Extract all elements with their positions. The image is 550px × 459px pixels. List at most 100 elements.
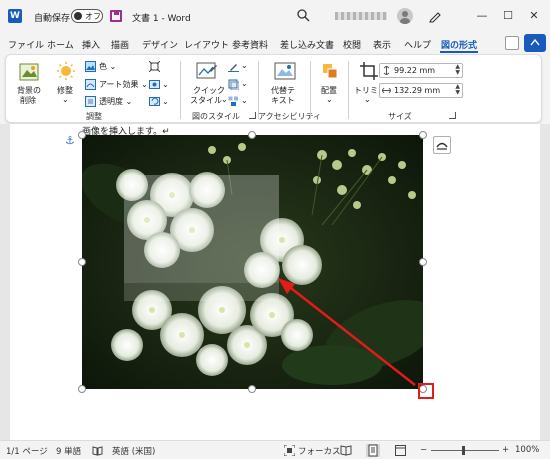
autosave-label: 自動保存: [34, 14, 71, 24]
transparency-text: 透明度: [99, 97, 123, 106]
group-separator: [310, 61, 311, 119]
height-spinner[interactable]: 99.22 mm ▲ ▼: [379, 63, 463, 78]
resize-handle-bottom-left[interactable]: [78, 385, 86, 393]
tab-mailings[interactable]: 差し込み文書: [280, 38, 334, 51]
close-icon[interactable]: ✕: [523, 6, 545, 24]
save-icon[interactable]: [110, 10, 122, 22]
tab-references[interactable]: 参考資料: [232, 38, 268, 51]
share-button[interactable]: [524, 34, 546, 52]
page-count[interactable]: 1/1 ページ: [6, 445, 48, 457]
tab-draw[interactable]: 描画: [111, 38, 129, 51]
zoom-out-button[interactable]: −: [420, 445, 427, 455]
picture-styles-launcher-icon[interactable]: [249, 112, 256, 119]
tab-view[interactable]: 表示: [373, 38, 391, 51]
word-count[interactable]: 9 単語: [56, 445, 81, 457]
color-text: 色: [99, 62, 107, 71]
zoom-level[interactable]: 100%: [515, 445, 539, 455]
tab-help[interactable]: ヘルプ: [404, 38, 431, 51]
arrange-icon[interactable]: [322, 63, 338, 79]
picture-layout-icon[interactable]: [228, 96, 239, 107]
minimize-icon[interactable]: —: [471, 6, 493, 24]
height-spin-arrows-icon[interactable]: ▲ ▼: [455, 64, 460, 76]
group-size-label: サイズ: [388, 112, 412, 121]
arrange-dropdown-icon[interactable]: ⌄: [326, 95, 333, 104]
quick-styles-dropdown-icon[interactable]: ⌄: [221, 95, 228, 104]
corrections-icon[interactable]: [56, 61, 76, 81]
crop-icon[interactable]: [359, 61, 379, 81]
highlight-box: [418, 383, 434, 399]
tab-insert[interactable]: 挿入: [82, 38, 100, 51]
search-icon[interactable]: [296, 8, 310, 22]
width-icon: [382, 87, 391, 94]
word-logo-icon: W: [8, 9, 22, 23]
tab-picture-format[interactable]: 図の形式: [441, 38, 477, 51]
compress-pictures-icon[interactable]: [149, 61, 160, 72]
maximize-icon[interactable]: ☐: [497, 6, 519, 24]
picture-effects-dropdown-icon[interactable]: ⌄: [241, 79, 248, 88]
reset-picture-icon[interactable]: [149, 96, 160, 107]
alt-text-label-2: キスト: [271, 96, 295, 105]
tab-file[interactable]: ファイル: [8, 38, 44, 51]
layout-options-icon: [436, 142, 448, 150]
group-separator: [180, 61, 181, 119]
size-launcher-icon[interactable]: [449, 112, 456, 119]
comment-icon[interactable]: [505, 36, 519, 50]
color-label[interactable]: 色 ⌄: [99, 61, 116, 72]
autosave-state: オフ: [85, 12, 101, 21]
art-effects-text: アート効果: [99, 80, 139, 89]
avatar[interactable]: [397, 8, 413, 24]
zoom-slider[interactable]: [431, 450, 499, 451]
transparency-label[interactable]: 透明度 ⌄: [99, 96, 132, 107]
status-bar: 1/1 ページ 9 単語 英語 (米国) フォーカス − + 100%: [0, 440, 550, 459]
transparency-icon[interactable]: [85, 96, 96, 107]
resize-handle-bottom[interactable]: [248, 385, 256, 393]
reset-picture-dropdown-icon[interactable]: ⌄: [162, 97, 169, 106]
art-effects-icon[interactable]: [85, 79, 96, 90]
pen-icon[interactable]: [428, 9, 442, 23]
picture-effects-icon[interactable]: [228, 79, 239, 90]
change-picture-dropdown-icon[interactable]: ⌄: [162, 80, 169, 89]
toggle-knob: [74, 12, 82, 20]
group-separator: [348, 61, 349, 119]
alt-text-icon[interactable]: [274, 61, 296, 81]
web-layout-icon[interactable]: [395, 445, 406, 456]
picture-layout-dropdown-icon[interactable]: ⌄: [241, 96, 248, 105]
tab-layout[interactable]: レイアウト: [184, 38, 229, 51]
user-name-blurred: [335, 12, 387, 20]
resize-handle-right[interactable]: [419, 258, 427, 266]
focus-label[interactable]: フォーカス: [298, 445, 341, 457]
resize-handle-top-right[interactable]: [419, 131, 427, 139]
tab-home[interactable]: ホーム: [47, 38, 74, 51]
crop-dropdown-icon[interactable]: ⌄: [364, 95, 371, 104]
active-tab-indicator: [440, 51, 478, 53]
print-layout-icon[interactable]: [366, 444, 380, 457]
autosave-toggle[interactable]: オフ: [71, 9, 103, 23]
remove-background-icon[interactable]: [18, 61, 40, 83]
zoom-in-button[interactable]: +: [502, 445, 509, 455]
document-area: 画像を挿入します。↵ ⚓: [0, 124, 550, 440]
resize-handle-top[interactable]: [248, 131, 256, 139]
change-picture-icon[interactable]: [149, 79, 160, 90]
layout-options-button[interactable]: [433, 136, 451, 154]
art-effects-label[interactable]: アート効果 ⌄: [99, 79, 148, 90]
color-icon[interactable]: [85, 61, 96, 72]
width-spin-arrows-icon[interactable]: ▲ ▼: [455, 84, 460, 96]
quick-styles-icon[interactable]: [196, 61, 218, 81]
width-spinner[interactable]: 132.29 mm ▲ ▼: [379, 83, 463, 98]
tab-design[interactable]: デザイン: [142, 38, 178, 51]
height-icon: [383, 66, 390, 75]
tab-review[interactable]: 校閲: [343, 38, 361, 51]
focus-icon[interactable]: [284, 445, 295, 456]
document-page[interactable]: 画像を挿入します。↵ ⚓: [10, 124, 540, 440]
picture-border-icon[interactable]: [228, 61, 239, 72]
height-value: 99.22 mm: [394, 66, 436, 75]
inserted-picture[interactable]: [82, 135, 423, 389]
zoom-slider-thumb[interactable]: [462, 446, 465, 455]
proofing-icon[interactable]: [92, 445, 103, 456]
read-mode-icon[interactable]: [340, 445, 352, 456]
resize-handle-left[interactable]: [78, 258, 86, 266]
corrections-dropdown-icon[interactable]: ⌄: [62, 95, 69, 104]
resize-handle-top-left[interactable]: [78, 131, 86, 139]
picture-border-dropdown-icon[interactable]: ⌄: [241, 61, 248, 70]
language-indicator[interactable]: 英語 (米国): [112, 445, 155, 457]
